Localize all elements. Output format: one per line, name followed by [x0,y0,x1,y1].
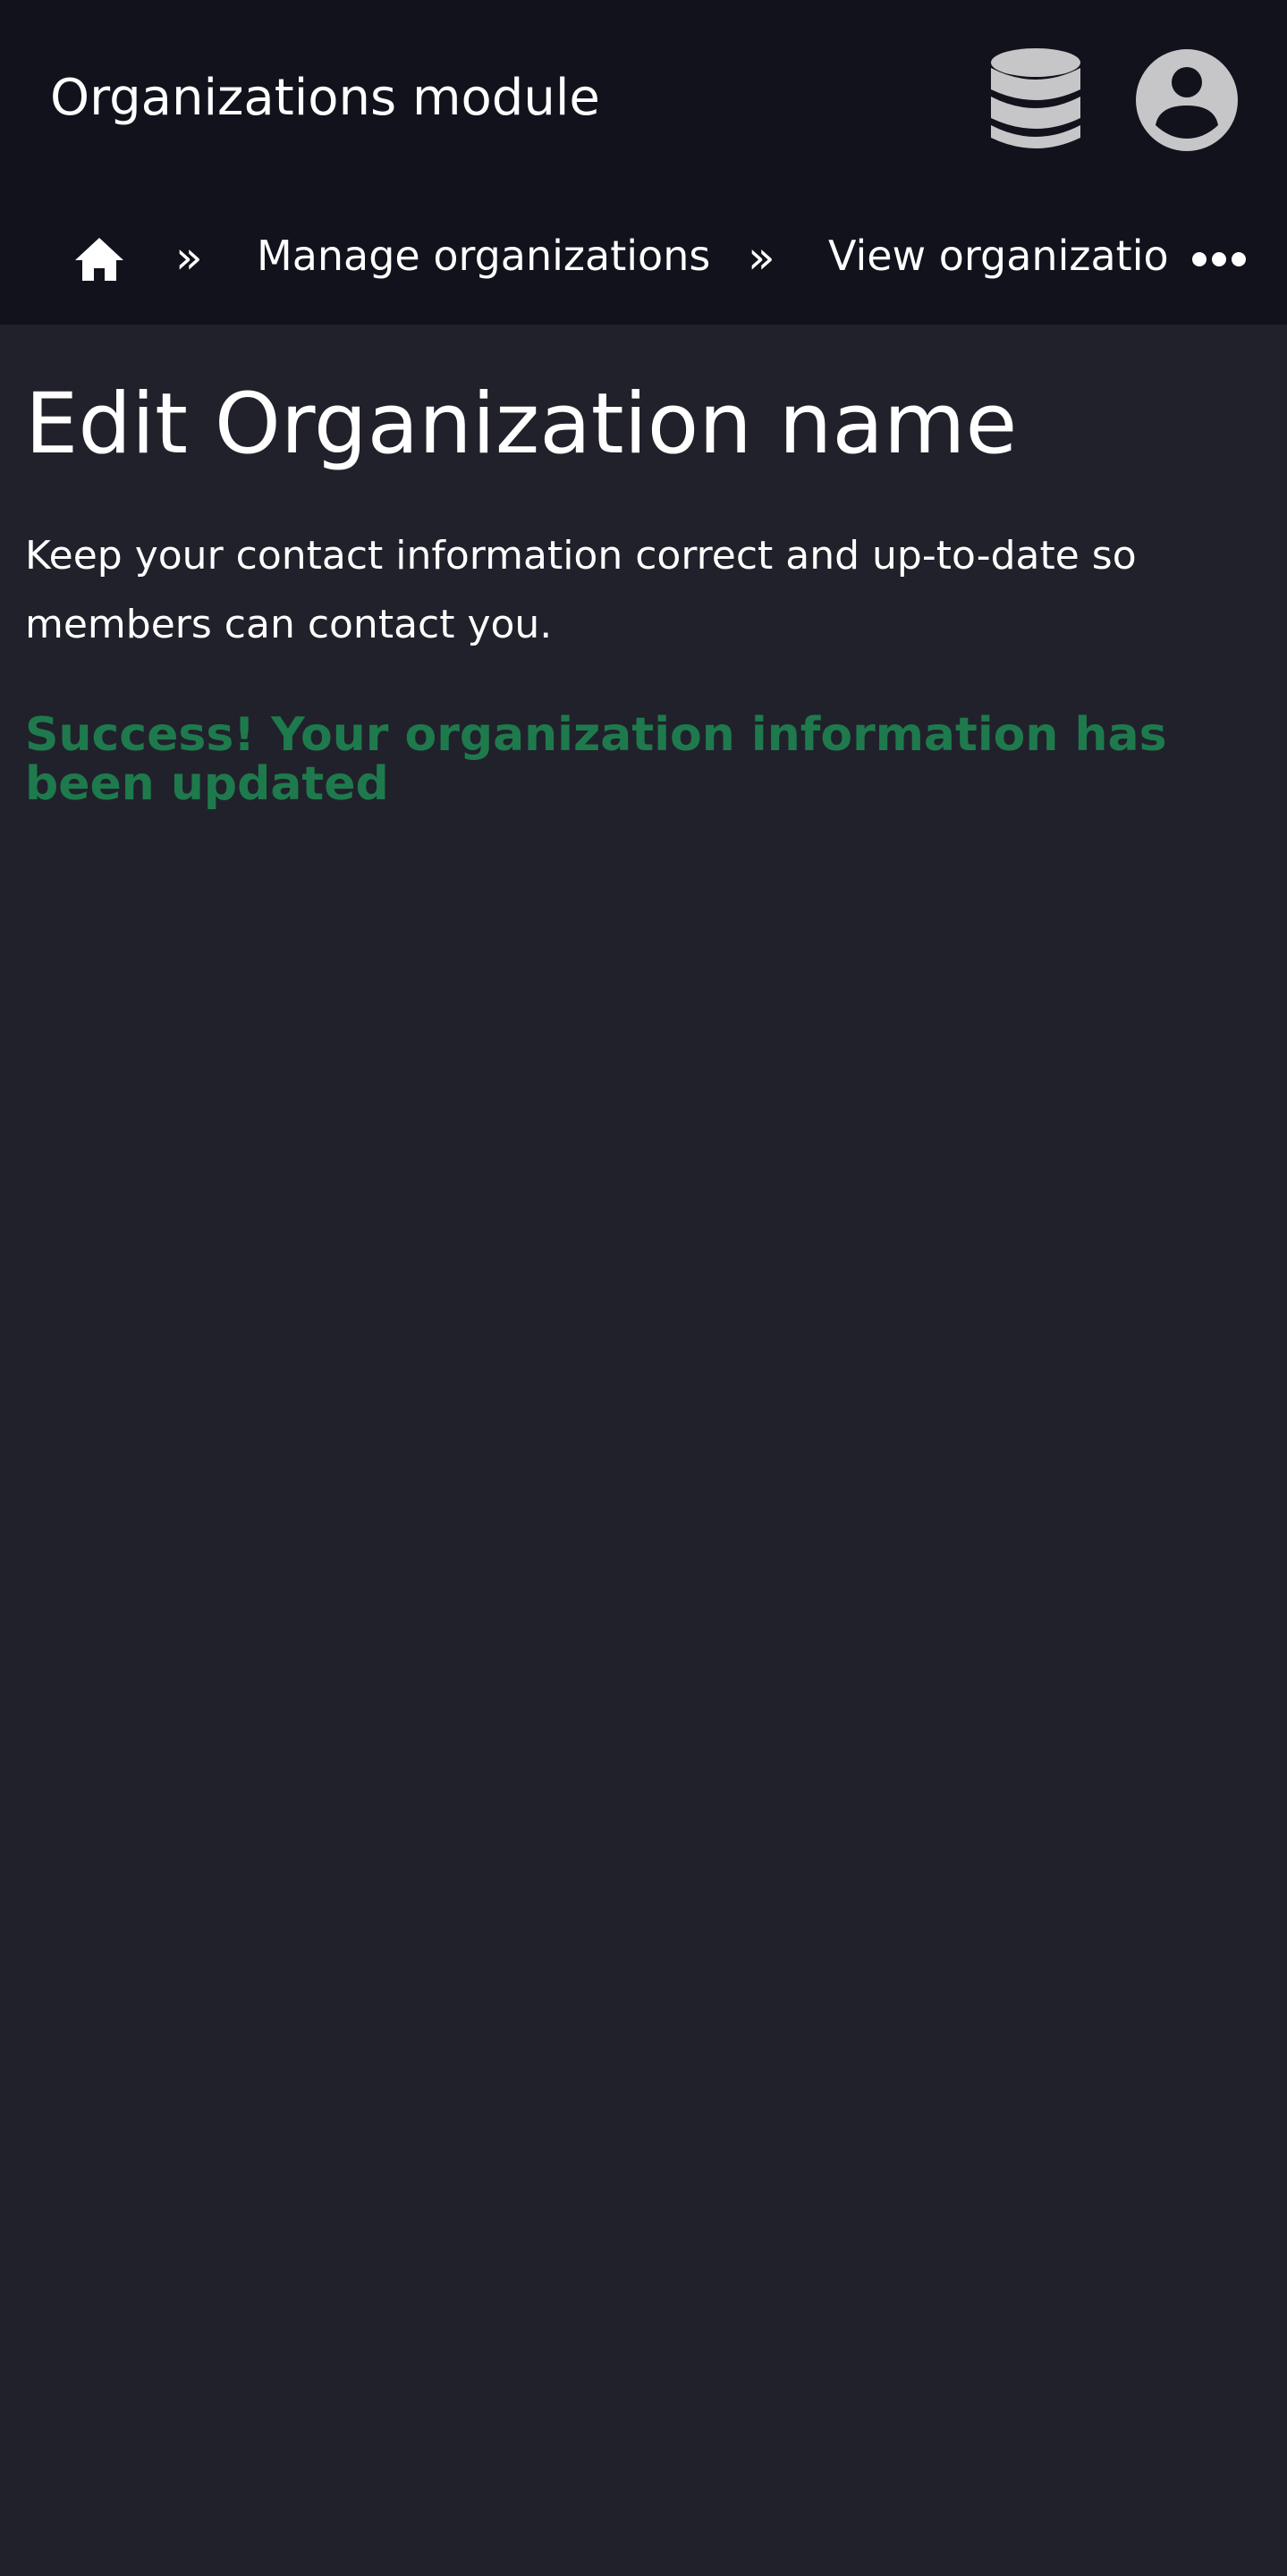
home-icon[interactable] [73,236,125,283]
success-message: Success! Your organization information h… [25,708,1167,811]
top-bar: Organizations module » Manage organizati… [0,0,1287,325]
page-title: Edit Organization name [25,376,1018,473]
breadcrumb-separator: » [748,232,775,283]
database-icon[interactable] [991,48,1080,152]
intro-text: Keep your contact information correct an… [25,533,1137,647]
breadcrumb-manage-organizations[interactable]: Manage organizations [257,231,710,281]
more-horizontal-icon[interactable] [1192,251,1246,267]
user-avatar-icon[interactable] [1136,49,1238,151]
breadcrumb-view-organization[interactable]: View organization [828,231,1170,281]
breadcrumb: » Manage organizations » View organizati… [0,211,1287,300]
breadcrumb-separator: » [175,232,203,283]
app-title: Organizations module [50,69,600,127]
